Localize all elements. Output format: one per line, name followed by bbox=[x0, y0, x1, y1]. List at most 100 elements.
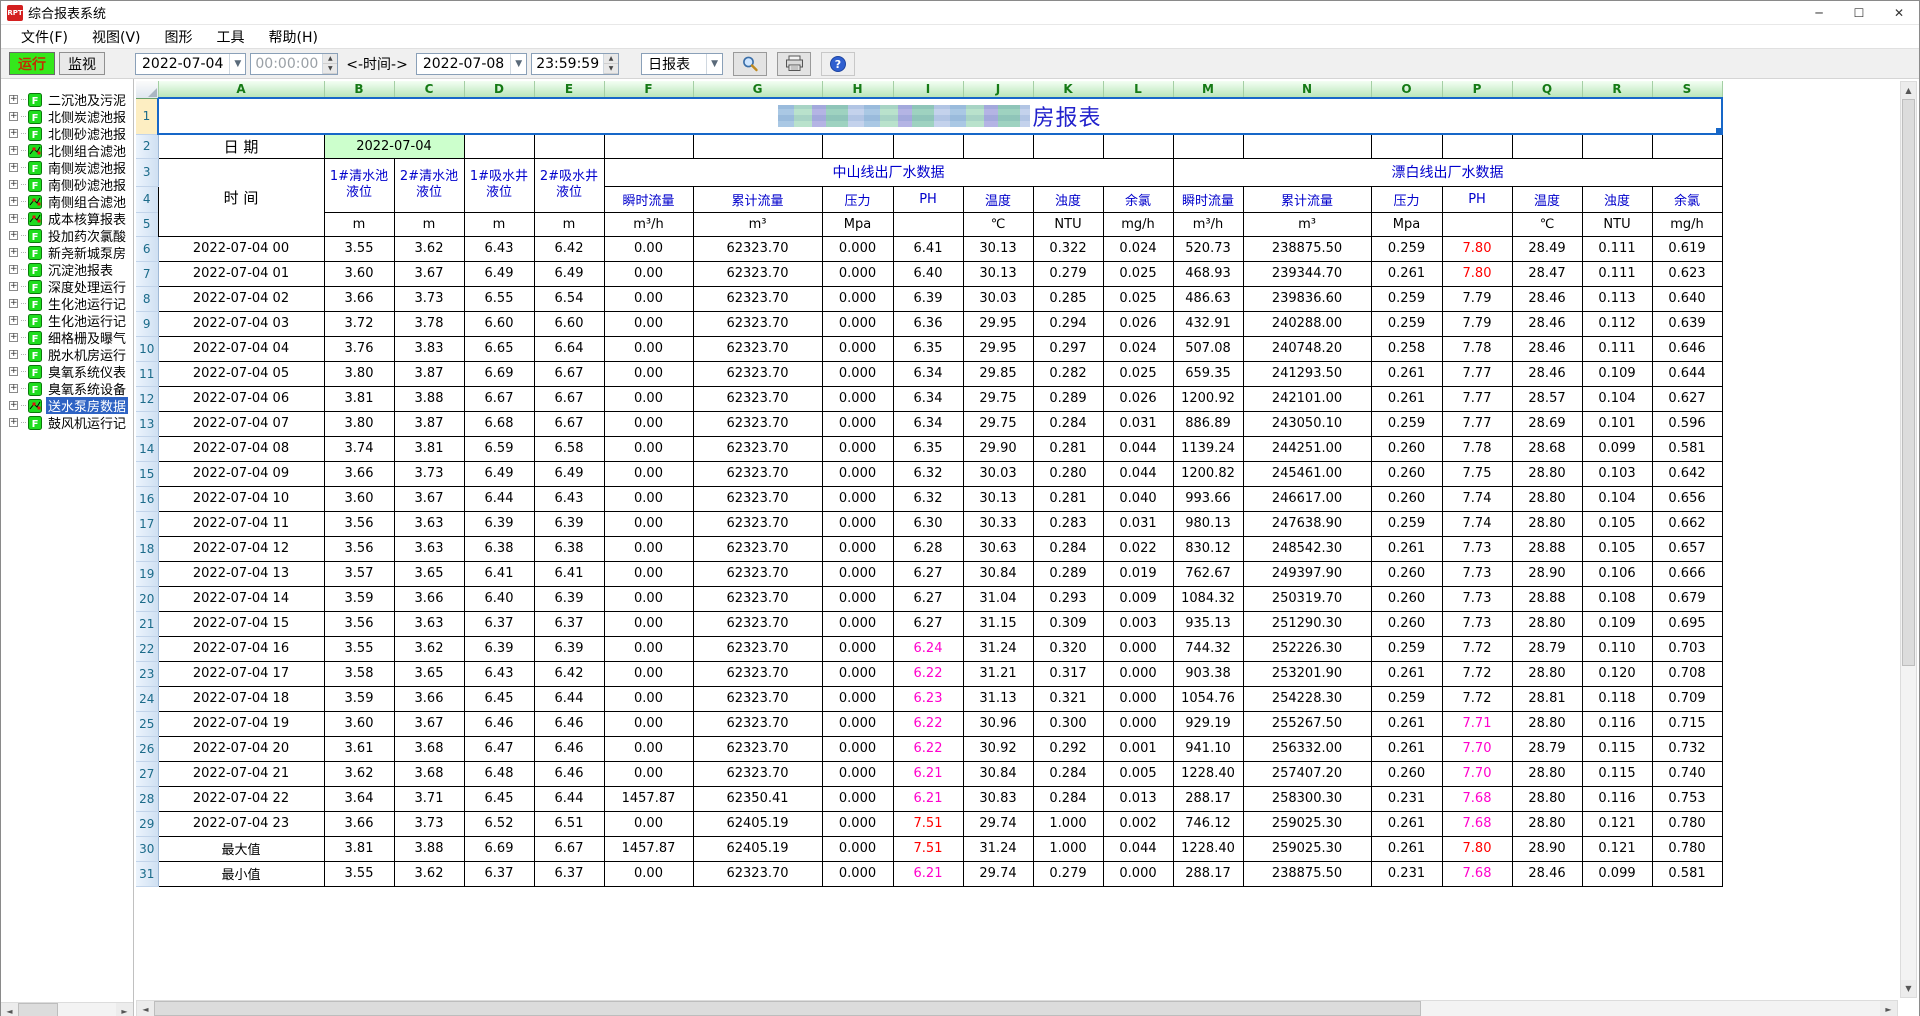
cell-N7[interactable]: 239344.70 bbox=[1243, 261, 1371, 286]
cell-I11[interactable]: 6.34 bbox=[893, 361, 963, 386]
level-header-2[interactable]: 2#清水池液位 bbox=[394, 158, 464, 212]
cell-E20[interactable]: 6.39 bbox=[534, 586, 604, 611]
tree-item-9[interactable]: +F投加药次氯酸 bbox=[1, 227, 133, 244]
cell-F9[interactable]: 0.00 bbox=[604, 311, 693, 336]
cell-B16[interactable]: 3.60 bbox=[324, 486, 394, 511]
measure-header-right-7[interactable]: 余氯 bbox=[1652, 186, 1722, 212]
cell-J15[interactable]: 30.03 bbox=[963, 461, 1033, 486]
cell-E22[interactable]: 6.39 bbox=[534, 636, 604, 661]
cell-N6[interactable]: 238875.50 bbox=[1243, 236, 1371, 261]
cell-S15[interactable]: 0.642 bbox=[1652, 461, 1722, 486]
horizontal-scrollbar[interactable]: ◄ ► bbox=[136, 1000, 1898, 1016]
cell-D19[interactable]: 6.41 bbox=[464, 561, 534, 586]
cell-L18[interactable]: 0.022 bbox=[1103, 536, 1173, 561]
cell-F28[interactable]: 1457.87 bbox=[604, 786, 693, 811]
row-header-12[interactable]: 12 bbox=[136, 386, 158, 411]
cell-L12[interactable]: 0.026 bbox=[1103, 386, 1173, 411]
measure-header-right-5[interactable]: 温度 bbox=[1512, 186, 1582, 212]
cell-L7[interactable]: 0.025 bbox=[1103, 261, 1173, 286]
cell-P7[interactable]: 7.80 bbox=[1442, 261, 1512, 286]
cell-R8[interactable]: 0.113 bbox=[1582, 286, 1652, 311]
cell-D8[interactable]: 6.55 bbox=[464, 286, 534, 311]
cell-E19[interactable]: 6.41 bbox=[534, 561, 604, 586]
cell-B28[interactable]: 3.64 bbox=[324, 786, 394, 811]
cell-J21[interactable]: 31.15 bbox=[963, 611, 1033, 636]
cell-I18[interactable]: 6.28 bbox=[893, 536, 963, 561]
cell-O25[interactable]: 0.261 bbox=[1371, 711, 1442, 736]
cell-G13[interactable]: 62323.70 bbox=[693, 411, 822, 436]
cell-G22[interactable]: 62323.70 bbox=[693, 636, 822, 661]
cell-L29[interactable]: 0.002 bbox=[1103, 811, 1173, 836]
cell-A8[interactable]: 2022-07-04 02 bbox=[158, 286, 324, 311]
group-header-left[interactable]: 中山线出厂水数据 bbox=[604, 158, 1173, 186]
cell-K21[interactable]: 0.309 bbox=[1033, 611, 1103, 636]
tree-item-13[interactable]: +F生化池运行记 bbox=[1, 295, 133, 312]
cell-K2[interactable] bbox=[1033, 134, 1103, 158]
cell-A29[interactable]: 2022-07-04 23 bbox=[158, 811, 324, 836]
cell-H6[interactable]: 0.000 bbox=[822, 236, 893, 261]
cell-A6[interactable]: 2022-07-04 00 bbox=[158, 236, 324, 261]
cell-I31[interactable]: 6.21 bbox=[893, 861, 963, 886]
cell-N12[interactable]: 242101.00 bbox=[1243, 386, 1371, 411]
cell-S28[interactable]: 0.753 bbox=[1652, 786, 1722, 811]
cell-Q6[interactable]: 28.49 bbox=[1512, 236, 1582, 261]
cell-J25[interactable]: 30.96 bbox=[963, 711, 1033, 736]
cell-N13[interactable]: 243050.10 bbox=[1243, 411, 1371, 436]
cell-E6[interactable]: 6.42 bbox=[534, 236, 604, 261]
expand-icon[interactable]: + bbox=[9, 401, 18, 410]
cell-R15[interactable]: 0.103 bbox=[1582, 461, 1652, 486]
menu-item-2[interactable]: 视图(V) bbox=[80, 25, 153, 48]
cell-N19[interactable]: 249397.90 bbox=[1243, 561, 1371, 586]
cell-C26[interactable]: 3.68 bbox=[394, 736, 464, 761]
measure-header-right-1[interactable]: 瞬时流量 bbox=[1173, 186, 1243, 212]
cell-A18[interactable]: 2022-07-04 12 bbox=[158, 536, 324, 561]
expand-icon[interactable]: + bbox=[9, 112, 18, 121]
unit-cell[interactable]: mg/h bbox=[1652, 212, 1722, 236]
cell-F30[interactable]: 1457.87 bbox=[604, 836, 693, 861]
cell-J22[interactable]: 31.24 bbox=[963, 636, 1033, 661]
cell-E31[interactable]: 6.37 bbox=[534, 861, 604, 886]
cell-L13[interactable]: 0.031 bbox=[1103, 411, 1173, 436]
cell-C20[interactable]: 3.66 bbox=[394, 586, 464, 611]
cell-D21[interactable]: 6.37 bbox=[464, 611, 534, 636]
cell-J13[interactable]: 29.75 bbox=[963, 411, 1033, 436]
cell-D18[interactable]: 6.38 bbox=[464, 536, 534, 561]
cell-S17[interactable]: 0.662 bbox=[1652, 511, 1722, 536]
cell-J18[interactable]: 30.63 bbox=[963, 536, 1033, 561]
cell-L2[interactable] bbox=[1103, 134, 1173, 158]
cell-O29[interactable]: 0.261 bbox=[1371, 811, 1442, 836]
time-label-cell[interactable]: 时 间 bbox=[158, 158, 324, 236]
cell-I23[interactable]: 6.22 bbox=[893, 661, 963, 686]
cell-B30[interactable]: 3.81 bbox=[324, 836, 394, 861]
cell-E11[interactable]: 6.67 bbox=[534, 361, 604, 386]
cell-I22[interactable]: 6.24 bbox=[893, 636, 963, 661]
cell-Q9[interactable]: 28.46 bbox=[1512, 311, 1582, 336]
cell-K19[interactable]: 0.289 bbox=[1033, 561, 1103, 586]
cell-F6[interactable]: 0.00 bbox=[604, 236, 693, 261]
cell-R24[interactable]: 0.118 bbox=[1582, 686, 1652, 711]
cell-P24[interactable]: 7.72 bbox=[1442, 686, 1512, 711]
cell-J29[interactable]: 29.74 bbox=[963, 811, 1033, 836]
cell-F22[interactable]: 0.00 bbox=[604, 636, 693, 661]
cell-I13[interactable]: 6.34 bbox=[893, 411, 963, 436]
cell-B24[interactable]: 3.59 bbox=[324, 686, 394, 711]
cell-L15[interactable]: 0.044 bbox=[1103, 461, 1173, 486]
cell-D24[interactable]: 6.45 bbox=[464, 686, 534, 711]
cell-S2[interactable] bbox=[1652, 134, 1722, 158]
cell-C13[interactable]: 3.87 bbox=[394, 411, 464, 436]
cell-Q12[interactable]: 28.57 bbox=[1512, 386, 1582, 411]
cell-A28[interactable]: 2022-07-04 22 bbox=[158, 786, 324, 811]
cell-S20[interactable]: 0.679 bbox=[1652, 586, 1722, 611]
measure-header-right-3[interactable]: 压力 bbox=[1371, 186, 1442, 212]
cell-N14[interactable]: 244251.00 bbox=[1243, 436, 1371, 461]
cell-R31[interactable]: 0.099 bbox=[1582, 861, 1652, 886]
cell-D17[interactable]: 6.39 bbox=[464, 511, 534, 536]
cell-K23[interactable]: 0.317 bbox=[1033, 661, 1103, 686]
cell-I21[interactable]: 6.27 bbox=[893, 611, 963, 636]
row-header-13[interactable]: 13 bbox=[136, 411, 158, 436]
cell-H28[interactable]: 0.000 bbox=[822, 786, 893, 811]
expand-icon[interactable]: + bbox=[9, 248, 18, 257]
menu-item-4[interactable]: 工具 bbox=[205, 25, 257, 48]
cell-I6[interactable]: 6.41 bbox=[893, 236, 963, 261]
cell-D22[interactable]: 6.39 bbox=[464, 636, 534, 661]
